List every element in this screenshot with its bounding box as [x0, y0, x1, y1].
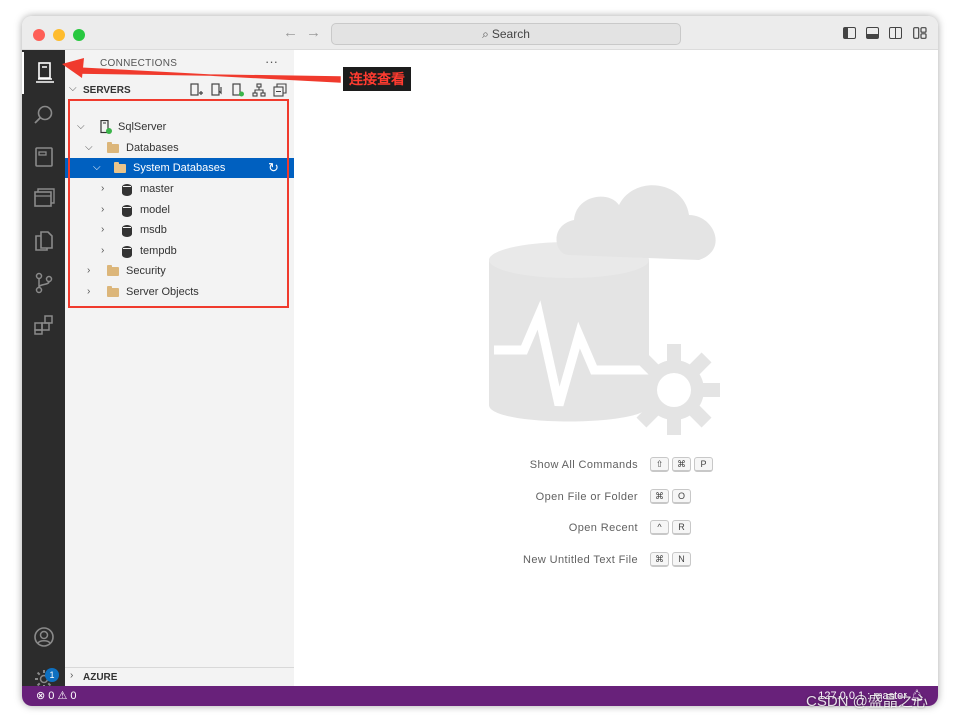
screenshot-stage: ← → ⌕ Search 1 CONNECTIONS ··· ⌵ SERVERS…	[0, 0, 956, 720]
csdn-watermark: CSDN @盛晶之心	[806, 693, 928, 710]
annotation-callout: 连接查看	[343, 67, 411, 91]
annotation-arrow	[62, 58, 341, 83]
